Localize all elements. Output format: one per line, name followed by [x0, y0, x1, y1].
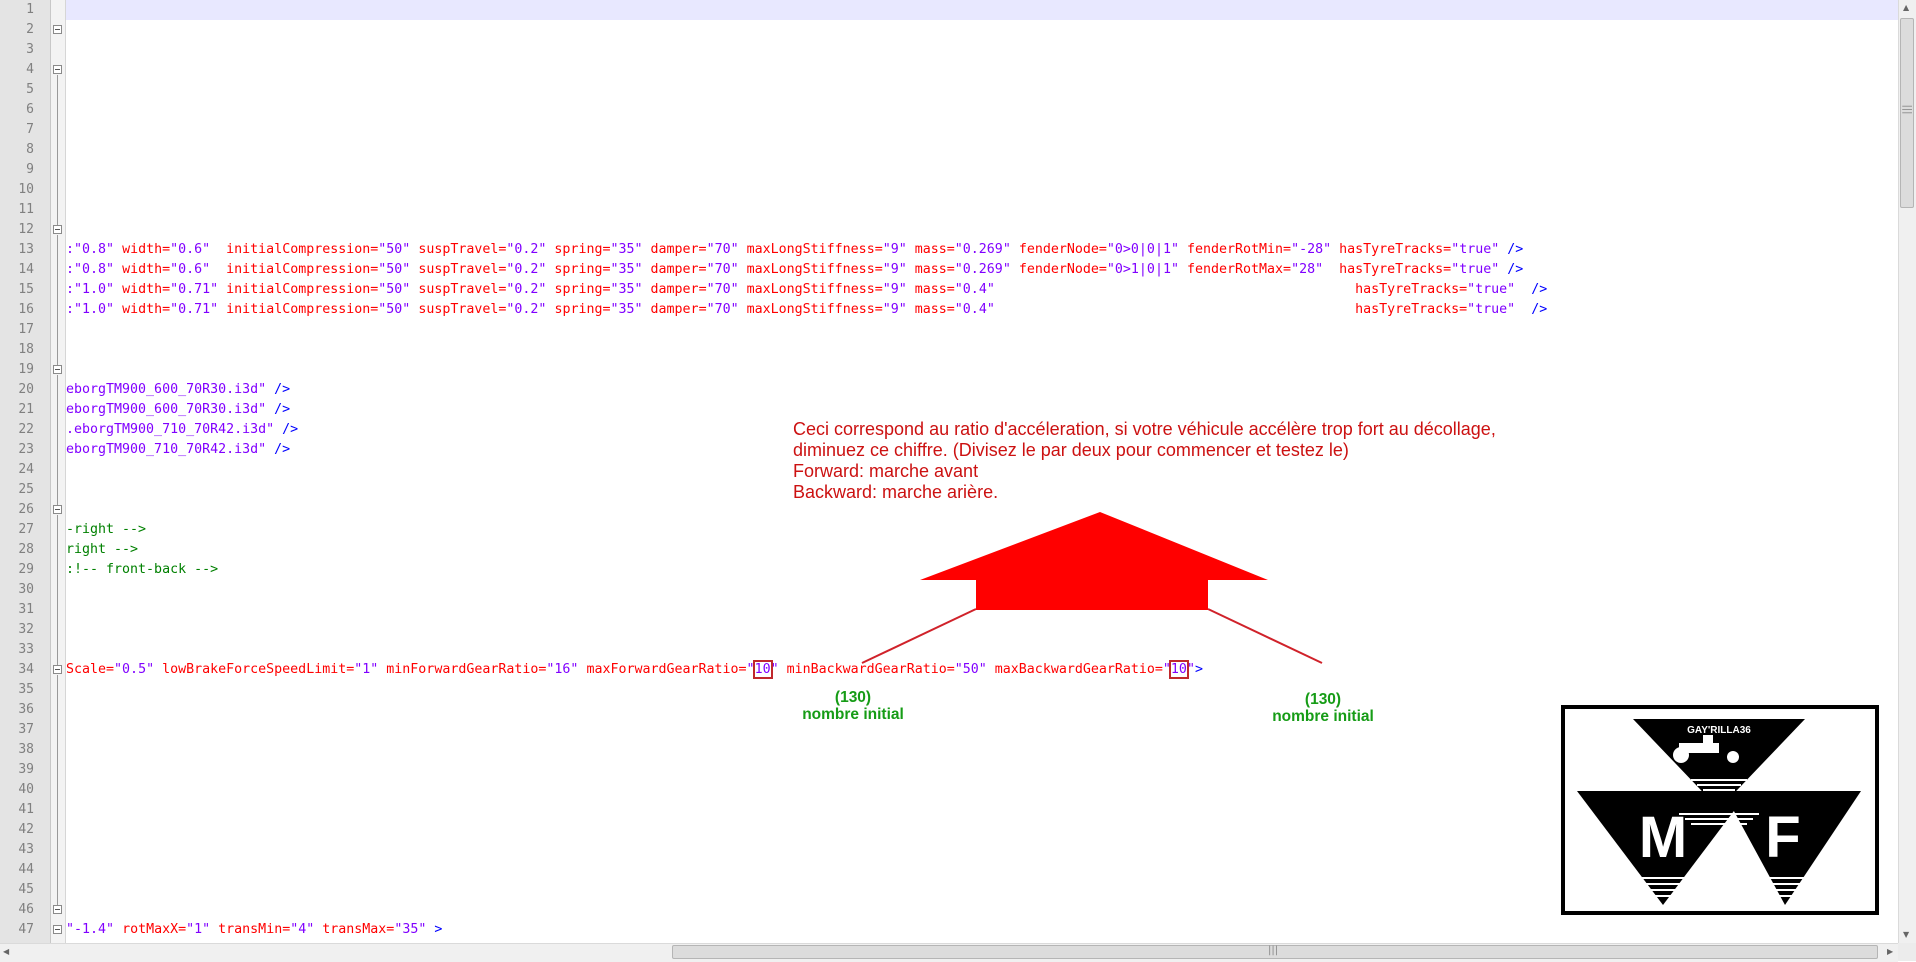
horizontal-grip-icon: ||| [1268, 945, 1279, 956]
scroll-up-icon[interactable]: ▲ [1903, 3, 1909, 12]
up-arrow-shape [920, 512, 1268, 610]
vertical-grip-icon: ||| [1901, 104, 1913, 115]
logo-letter-m: M [1639, 805, 1687, 870]
scroll-right-icon[interactable]: ▶ [1887, 947, 1893, 956]
forward-initial-number: (130) [834, 689, 872, 706]
backward-initial-value: (130) nombre initial [1253, 691, 1393, 725]
backward-initial-number: (130) [1304, 691, 1342, 708]
forward-initial-value: (130) nombre initial [783, 689, 923, 723]
logo-letter-f: F [1765, 805, 1800, 870]
connector-line-forward [861, 608, 977, 664]
logo-signature: GAY'RILLA36 [1687, 725, 1751, 736]
connector-line-backward [1207, 608, 1323, 664]
forward-initial-caption: nombre initial [802, 706, 904, 723]
scroll-down-icon[interactable]: ▼ [1903, 930, 1909, 939]
backward-initial-caption: nombre initial [1272, 708, 1374, 725]
scroll-left-icon[interactable]: ◀ [3, 947, 9, 956]
mf-logo: GAY'RILLA36 M F [1561, 705, 1879, 915]
scrollbar-corner [1898, 943, 1916, 961]
